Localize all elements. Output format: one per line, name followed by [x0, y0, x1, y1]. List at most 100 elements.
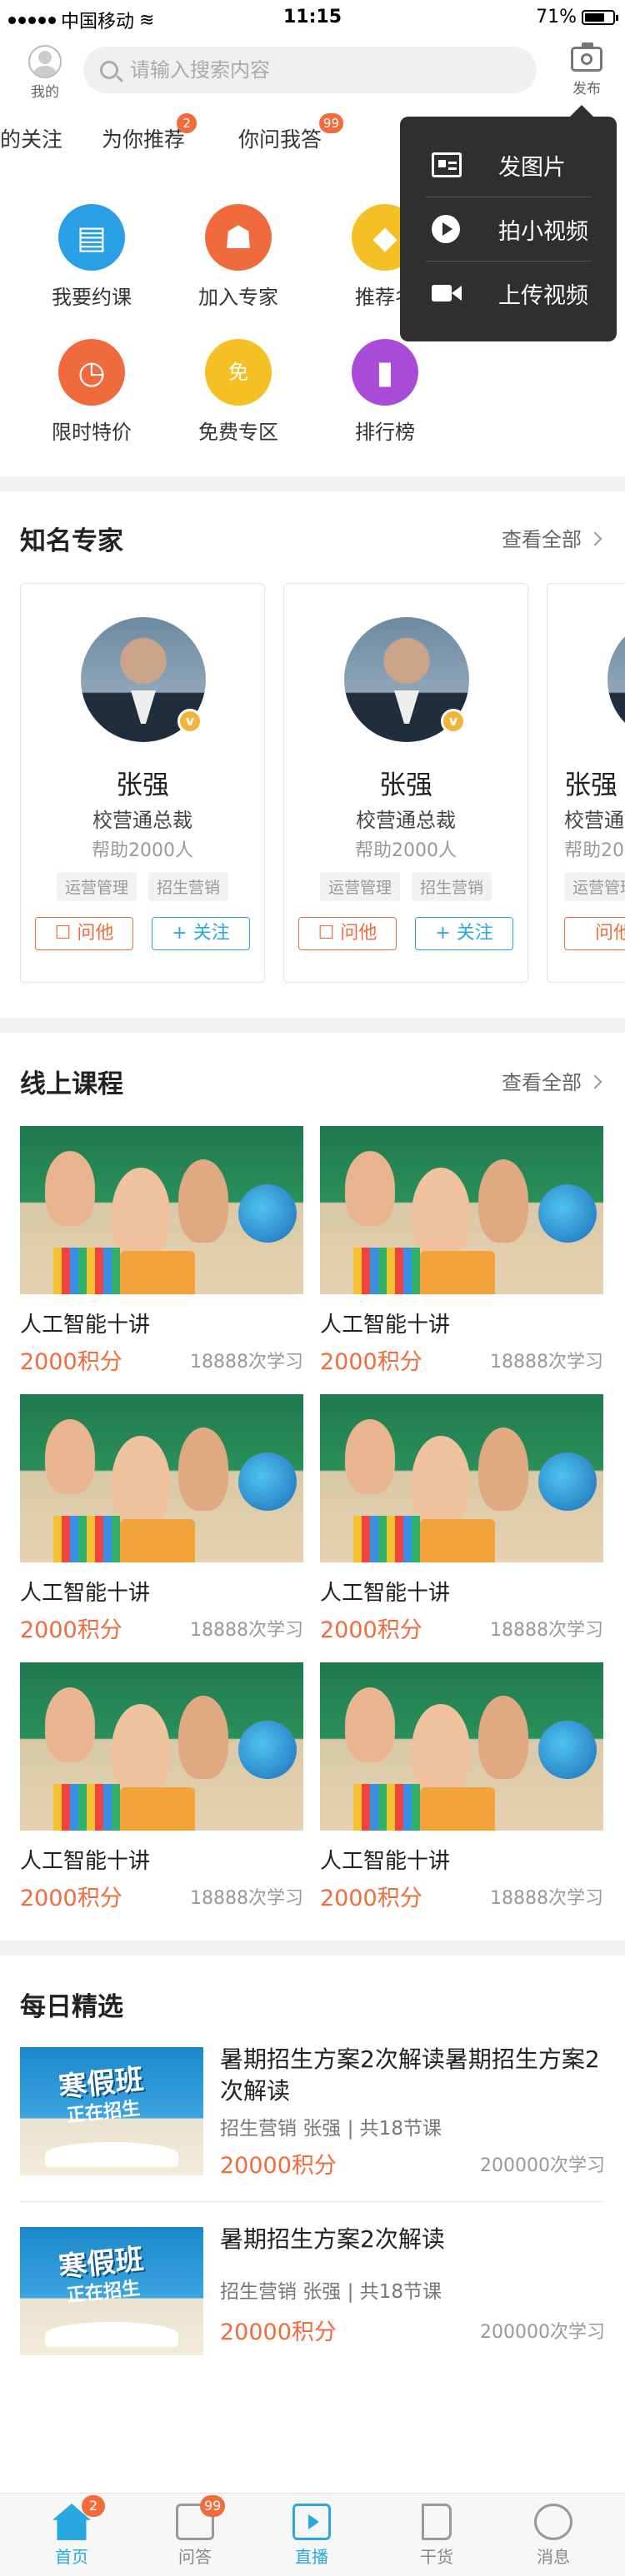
expert-card[interactable]: 张强 校营通总裁 帮助2000人 运营管理 问他	[547, 583, 625, 983]
ask-label: 问他	[340, 923, 378, 944]
illustration-shape	[178, 1428, 228, 1511]
quick-entry-join-expert[interactable]: ☗ 加入专家	[172, 204, 305, 310]
expert-tag: 运营管理	[56, 872, 137, 901]
menu-item-short-video[interactable]: 拍小视频	[400, 197, 617, 261]
tab-label: 的关注	[0, 127, 63, 152]
daily-pick-points: 20000积分	[220, 2153, 337, 2179]
course-points: 2000积分	[20, 1886, 122, 1911]
expert-help-count: 帮助2000人	[92, 840, 193, 861]
illustration-shape	[420, 1519, 495, 1562]
menu-item-label: 拍小视频	[498, 218, 588, 245]
nav-label: 直播	[295, 2547, 328, 2567]
illustration-shape	[238, 1452, 297, 1511]
course-learners: 18888次学习	[490, 1352, 603, 1373]
course-thumbnail	[20, 1126, 303, 1294]
bottom-navigation: 2 首页 99 问答 直播 干货 消息	[0, 2493, 625, 2576]
course-card[interactable]: 人工智能十讲 2000积分 18888次学习	[320, 1126, 603, 1375]
illustration-shape	[345, 1687, 395, 1762]
daily-pick-item[interactable]: 寒假班 正在招生 暑期招生方案2次解读暑期招生方案2次解读 招生营销 张强 | …	[20, 2045, 605, 2180]
course-card[interactable]: 人工智能十讲 2000积分 18888次学习	[20, 1126, 303, 1375]
quick-entry-book-class[interactable]: ▤ 我要约课	[25, 204, 158, 310]
expert-tag: 运营管理	[319, 872, 400, 901]
quick-entry-glyph: 免	[228, 361, 248, 384]
expert-card[interactable]: v 张强 校营通总裁 帮助2000人 运营管理 招生营销 ☐ 问他 + 关注	[20, 583, 265, 983]
quick-entry-flash-sale[interactable]: ◷ 限时特价	[25, 339, 158, 445]
bar-chart-icon: ▮	[352, 339, 418, 406]
expert-card[interactable]: v 张强 校营通总裁 帮助2000人 运营管理 招生营销 ☐ 问他 + 关注	[283, 583, 528, 983]
ask-button[interactable]: ☐ 问他	[35, 917, 133, 950]
expert-help-count: 帮助2000人	[564, 840, 625, 861]
search-input[interactable]	[130, 58, 497, 82]
my-profile-button[interactable]: 我的	[22, 45, 68, 101]
illustration-shape	[112, 1168, 170, 1259]
verified-badge-icon: v	[178, 709, 202, 734]
view-all-courses-link[interactable]: 查看全部	[502, 1066, 602, 1095]
my-label: 我的	[31, 84, 59, 101]
course-points: 2000积分	[320, 1349, 422, 1375]
follow-button[interactable]: + 关注	[152, 917, 250, 950]
verified-badge-icon: v	[441, 709, 466, 734]
search-icon	[100, 61, 118, 79]
illustration-shape	[412, 1436, 470, 1527]
course-card[interactable]: 人工智能十讲 2000积分 18888次学习	[320, 1662, 603, 1911]
section-divider	[0, 1018, 625, 1033]
battery-info: 71%	[536, 7, 618, 27]
follow-button[interactable]: + 关注	[415, 917, 513, 950]
nav-messages[interactable]: 消息	[512, 2504, 595, 2568]
battery-percent: 71%	[536, 7, 577, 27]
chevron-right-icon	[588, 531, 602, 546]
expert-tag: 招生营销	[412, 872, 492, 901]
course-meta: 2000积分 18888次学习	[20, 1343, 303, 1375]
course-card[interactable]: 人工智能十讲 2000积分 18888次学习	[320, 1394, 603, 1643]
book-illustration	[45, 2142, 178, 2167]
illustration-shape	[45, 1151, 95, 1226]
tab-following[interactable]: 的关注	[0, 123, 62, 153]
view-all-experts-link[interactable]: 查看全部	[502, 523, 602, 552]
nav-resources[interactable]: 干货	[395, 2504, 478, 2568]
search-bar[interactable]	[83, 47, 537, 93]
illustration-shape	[538, 1721, 597, 1779]
tab-qa[interactable]: 你问我答 99	[238, 113, 344, 153]
illustration-shape	[420, 1787, 495, 1831]
illustration-shape	[53, 1248, 120, 1294]
illustration-shape	[538, 1452, 597, 1511]
tab-label: 你问我答	[238, 127, 322, 152]
menu-item-photo[interactable]: 发图片	[400, 133, 617, 197]
expert-tags: 运营管理	[564, 872, 625, 901]
course-card[interactable]: 人工智能十讲 2000积分 18888次学习	[20, 1662, 303, 1911]
menu-item-upload-video[interactable]: 上传视频	[400, 262, 617, 325]
quick-entry-label: 排行榜	[355, 421, 415, 444]
course-thumbnail	[20, 1662, 303, 1831]
chat-icon: ☐	[54, 923, 78, 944]
course-meta: 2000积分 18888次学习	[320, 1343, 603, 1375]
course-learners: 18888次学习	[190, 1888, 303, 1909]
quick-entry-glyph: ▤	[77, 219, 107, 256]
course-meta: 2000积分 18888次学习	[320, 1612, 603, 1643]
expert-title: 校营通总裁	[92, 809, 192, 832]
chevron-right-icon	[588, 1074, 602, 1089]
illustration-shape	[53, 1516, 120, 1562]
expert-name: 张强	[115, 769, 169, 800]
tab-recommended[interactable]: 为你推荐 2	[102, 113, 198, 153]
publish-button[interactable]: 发布	[563, 42, 610, 97]
list-divider	[20, 2201, 605, 2202]
quick-entry-leaderboard[interactable]: ▮ 排行榜	[318, 339, 452, 445]
battery-level	[585, 12, 604, 22]
nav-home[interactable]: 2 首页	[30, 2495, 113, 2568]
status-time: 11:15	[282, 7, 342, 27]
quick-entry-free-zone[interactable]: 免 免费专区	[172, 339, 305, 445]
ask-button[interactable]: ☐ 问他	[298, 917, 397, 950]
clock-icon: ◷	[58, 339, 125, 406]
avatar	[28, 45, 62, 78]
expert-tags: 运营管理 招生营销	[21, 872, 264, 901]
section-title-experts: 知名专家	[20, 526, 123, 556]
illustration-shape	[238, 1721, 297, 1779]
course-title: 人工智能十讲	[320, 1849, 451, 1874]
course-card[interactable]: 人工智能十讲 2000积分 18888次学习	[20, 1394, 303, 1643]
daily-pick-item[interactable]: 寒假班 正在招生 暑期招生方案2次解读 招生营销 张强 | 共18节课 2000…	[20, 2225, 605, 2360]
free-icon: 免	[205, 339, 272, 406]
live-tv-icon	[292, 2504, 331, 2540]
nav-live[interactable]: 直播	[270, 2504, 353, 2568]
ask-button[interactable]: 问他	[564, 917, 625, 950]
nav-qa[interactable]: 99 问答	[153, 2495, 237, 2568]
